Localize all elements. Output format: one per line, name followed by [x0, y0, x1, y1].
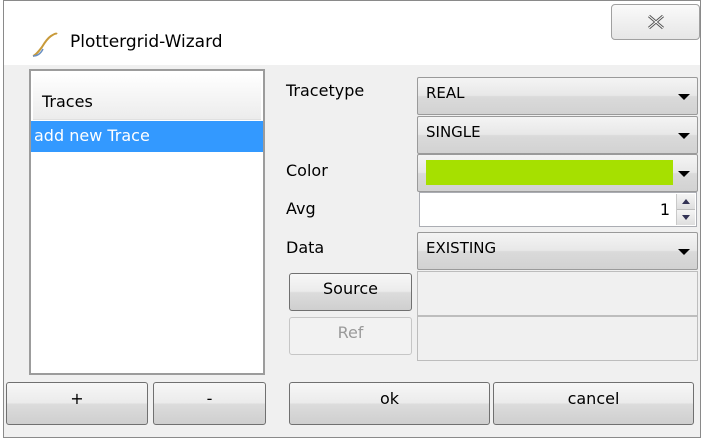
traces-list-header[interactable]: Traces [33, 73, 261, 120]
ok-button[interactable]: ok [289, 382, 490, 425]
chevron-down-icon [678, 249, 690, 255]
data-select[interactable]: EXISTING [417, 232, 698, 270]
chevron-down-icon [678, 171, 690, 177]
window-title: Plottergrid-Wizard [70, 32, 223, 52]
remove-trace-label: - [206, 389, 213, 408]
cancel-button-label: cancel [567, 389, 620, 408]
tracetype-value: REAL [426, 84, 465, 102]
avg-spinbox[interactable]: 1 [419, 192, 697, 227]
tracetype-select[interactable]: REAL [417, 77, 698, 115]
chevron-up-icon [682, 199, 690, 204]
color-label: Color [286, 161, 328, 180]
spin-down-button[interactable] [677, 210, 695, 225]
list-item-label: add new Trace [34, 126, 150, 145]
chevron-down-icon [682, 215, 690, 220]
chevron-down-icon [678, 94, 690, 100]
avg-value: 1 [659, 200, 670, 219]
dialog-window: Plottergrid-Wizard Traces add new Trace … [3, 0, 701, 438]
source-button[interactable]: Source [289, 273, 412, 311]
ref-path-field [417, 316, 698, 361]
close-button[interactable] [611, 4, 700, 40]
source-path-field [417, 271, 698, 316]
list-item[interactable]: add new Trace [31, 121, 263, 152]
ok-button-label: ok [379, 389, 400, 408]
close-icon [648, 14, 664, 30]
chevron-down-icon [678, 133, 690, 139]
ref-button[interactable]: Ref [289, 317, 412, 355]
source-button-label: Source [323, 279, 378, 298]
data-value: EXISTING [426, 239, 497, 257]
color-select[interactable] [417, 154, 698, 192]
traces-header-label: Traces [42, 92, 93, 111]
cancel-button[interactable]: cancel [493, 382, 694, 425]
data-label: Data [286, 238, 325, 257]
plot-curve-icon [32, 32, 58, 57]
avg-stepper [676, 194, 695, 225]
remove-trace-button[interactable]: - [153, 382, 266, 425]
mode-select[interactable]: SINGLE [417, 116, 698, 154]
title-bar: Plottergrid-Wizard [4, 1, 700, 65]
add-trace-button[interactable]: + [6, 382, 148, 425]
color-swatch [426, 160, 673, 185]
ref-button-label: Ref [337, 323, 364, 342]
spin-up-button[interactable] [677, 194, 695, 210]
add-trace-label: + [70, 389, 84, 408]
tracetype-label: Tracetype [286, 81, 365, 100]
avg-label: Avg [286, 199, 316, 218]
mode-value: SINGLE [426, 123, 481, 141]
traces-list[interactable]: Traces add new Trace [29, 69, 265, 375]
